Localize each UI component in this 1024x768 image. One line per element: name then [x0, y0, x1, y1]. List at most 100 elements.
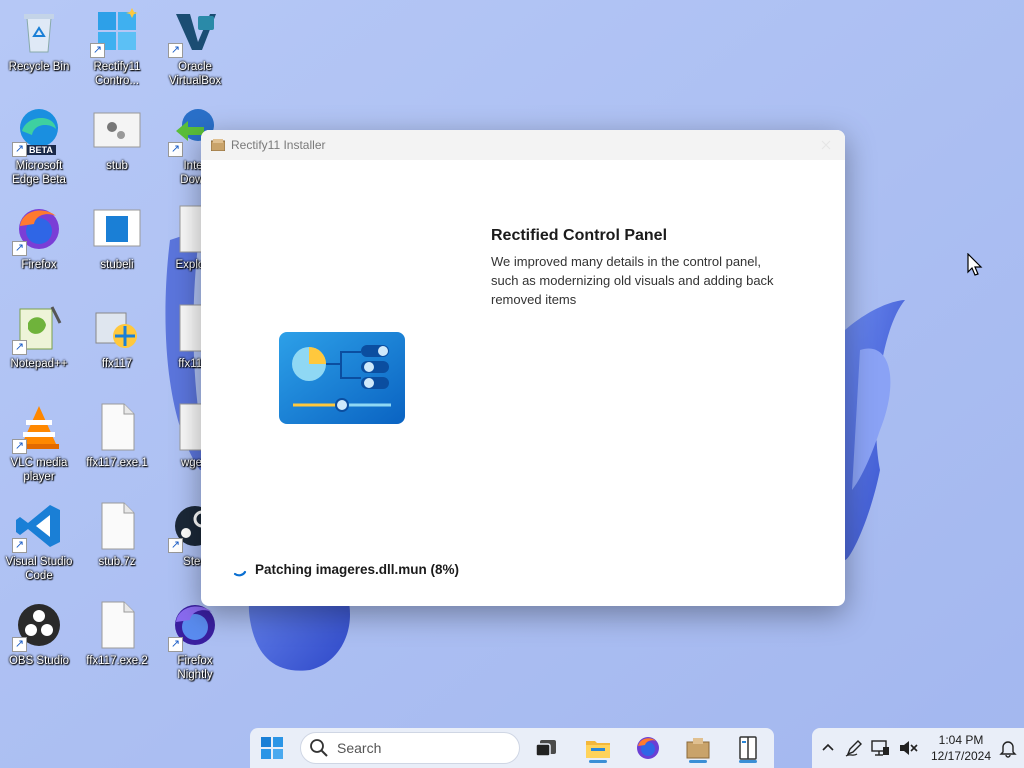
desktop-icon[interactable]: ↗ Notepad++	[0, 297, 78, 393]
pen-icon[interactable]	[844, 738, 864, 758]
desktop-icon[interactable]: BETA ↗ Microsoft Edge Beta	[0, 99, 78, 195]
window-app-icon	[92, 204, 142, 254]
vlc-icon: ↗	[12, 402, 64, 454]
desktop-icon[interactable]: ↗ Rectify11 Contro...	[78, 0, 156, 96]
desktop-icon-label: stub.7z	[98, 556, 136, 568]
desktop-icon[interactable]: Recycle Bin	[0, 0, 78, 96]
firefox-icon: ↗	[12, 204, 64, 256]
desktop-icon-label: Recycle Bin	[8, 61, 70, 73]
notepadpp-icon: ↗	[12, 303, 64, 355]
feature-description: We improved many details in the control …	[491, 254, 774, 307]
running-indicator	[589, 760, 607, 763]
desktop-icon[interactable]: ↗ OBS Studio	[0, 594, 78, 690]
desktop-icon-label: Oracle VirtualBox	[168, 61, 222, 87]
shortcut-arrow-icon: ↗	[168, 538, 183, 553]
file-icon	[92, 402, 142, 452]
shortcut-arrow-icon: ↗	[12, 439, 27, 454]
shortcut-arrow-icon: ↗	[168, 637, 183, 652]
file-explorer-button[interactable]	[580, 732, 616, 764]
volume-muted-icon[interactable]	[898, 738, 918, 758]
shortcut-arrow-icon: ↗	[12, 142, 27, 157]
firefox-taskbar-button[interactable]	[630, 732, 666, 764]
desktop-icon[interactable]: ffx117.exe.2	[78, 594, 156, 690]
search-icon	[310, 739, 328, 757]
desktop-icon-label: Rectify11 Contro...	[93, 61, 141, 87]
installer-window[interactable]: Rectify11 Installer Rectified Control Pa…	[201, 130, 845, 606]
taskbar-search-box[interactable]: Search	[300, 732, 520, 764]
shortcut-arrow-icon: ↗	[12, 340, 27, 355]
notification-bell-icon[interactable]	[998, 738, 1018, 758]
task-view-button[interactable]	[528, 732, 564, 764]
desktop-icon[interactable]: ffx117	[78, 297, 156, 393]
search-placeholder: Search	[337, 740, 382, 756]
running-indicator	[689, 760, 707, 763]
stub-app-icon	[92, 105, 142, 155]
system-tray: 1:04 PM 12/17/2024	[812, 728, 1024, 768]
desktop-icon-label: Firefox Nightly	[177, 655, 213, 681]
clock[interactable]: 1:04 PM 12/17/2024	[926, 732, 996, 764]
installer-taskbar-button[interactable]	[680, 732, 716, 764]
file-explorer-icon	[586, 741, 610, 758]
desktop-icon[interactable]: stubeli	[78, 198, 156, 294]
desktop-icon-label: stub	[106, 160, 128, 172]
taskbar: Search	[250, 728, 774, 768]
chevron-up-icon[interactable]	[818, 738, 838, 758]
feature-title: Rectified Control Panel	[491, 227, 668, 244]
edge-beta-icon: BETA ↗	[12, 105, 64, 157]
desktop-icon-label: VLC media player	[10, 457, 68, 483]
desktop-icon[interactable]: ↗ Firefox Nightly	[156, 594, 234, 690]
desktop-icon-label: ffx117.exe.1	[86, 457, 148, 469]
control-panel-illustration-icon	[279, 332, 405, 424]
windows-start-icon	[261, 737, 283, 759]
shortcut-arrow-icon: ↗	[168, 142, 183, 157]
desktop-icon-label: Firefox	[21, 259, 57, 271]
desktop-icon-label: Microsoft Edge Beta	[12, 160, 66, 186]
desktop-icon[interactable]: ffx117.exe.1	[78, 396, 156, 492]
clock-time: 1:04 PM	[938, 733, 984, 747]
loading-spinner-icon	[233, 570, 247, 577]
window-title: Rectify11 Installer	[231, 138, 326, 152]
shortcut-arrow-icon: ↗	[168, 43, 183, 58]
network-icon[interactable]	[870, 738, 890, 758]
shortcut-arrow-icon: ↗	[90, 43, 105, 58]
clock-date: 12/17/2024	[930, 749, 992, 763]
desktop-icon[interactable]: stub	[78, 99, 156, 195]
vscode-icon: ↗	[12, 501, 64, 553]
book-app-icon	[739, 736, 757, 760]
desktop: Recycle Bin ↗ Rectify11 Contro... ↗ Oracle V…	[0, 0, 1024, 768]
installer-taskbar-icon	[686, 738, 710, 759]
start-button[interactable]	[254, 732, 290, 764]
installer-icon	[92, 303, 142, 353]
running-indicator	[739, 760, 757, 763]
firefox-taskbar-icon	[637, 737, 659, 759]
desktop-icon-label: Visual Studio Code	[5, 556, 73, 582]
file-icon	[92, 600, 142, 650]
virtualbox-icon: ↗	[168, 6, 220, 58]
desktop-icon[interactable]: ↗ Oracle VirtualBox	[156, 0, 234, 96]
desktop-icon[interactable]: ↗ Firefox	[0, 198, 78, 294]
shortcut-arrow-icon: ↗	[12, 538, 27, 553]
firefox-nightly-icon: ↗	[168, 600, 220, 652]
task-view-icon	[535, 740, 556, 757]
shortcut-arrow-icon: ↗	[12, 241, 27, 256]
desktop-icon-label: OBS Studio	[8, 655, 70, 667]
desktop-icon-label: ffx117	[101, 358, 133, 370]
desktop-icon[interactable]: ↗ VLC media player	[0, 396, 78, 492]
control-panel-icon: ↗	[90, 6, 142, 58]
file-icon	[92, 501, 142, 551]
mouse-cursor-icon	[967, 253, 983, 276]
desktop-icon-label: Notepad++	[10, 358, 68, 370]
shortcut-arrow-icon: ↗	[12, 637, 27, 652]
desktop-icon-label: ffx117.exe.2	[86, 655, 148, 667]
status-text: Patching imageres.dll.mun (8%)	[255, 562, 460, 577]
recycle-bin-icon	[14, 6, 64, 56]
installer-app-icon	[211, 139, 225, 151]
desktop-icon-label: stubeli	[100, 259, 134, 271]
close-icon[interactable]	[817, 136, 835, 154]
obs-icon: ↗	[12, 600, 64, 652]
desktop-icon[interactable]: ↗ Visual Studio Code	[0, 495, 78, 591]
window-titlebar[interactable]: Rectify11 Installer	[201, 130, 845, 160]
book-app-taskbar-button[interactable]	[730, 732, 766, 764]
desktop-icon[interactable]: stub.7z	[78, 495, 156, 591]
beta-badge: BETA	[26, 145, 56, 155]
